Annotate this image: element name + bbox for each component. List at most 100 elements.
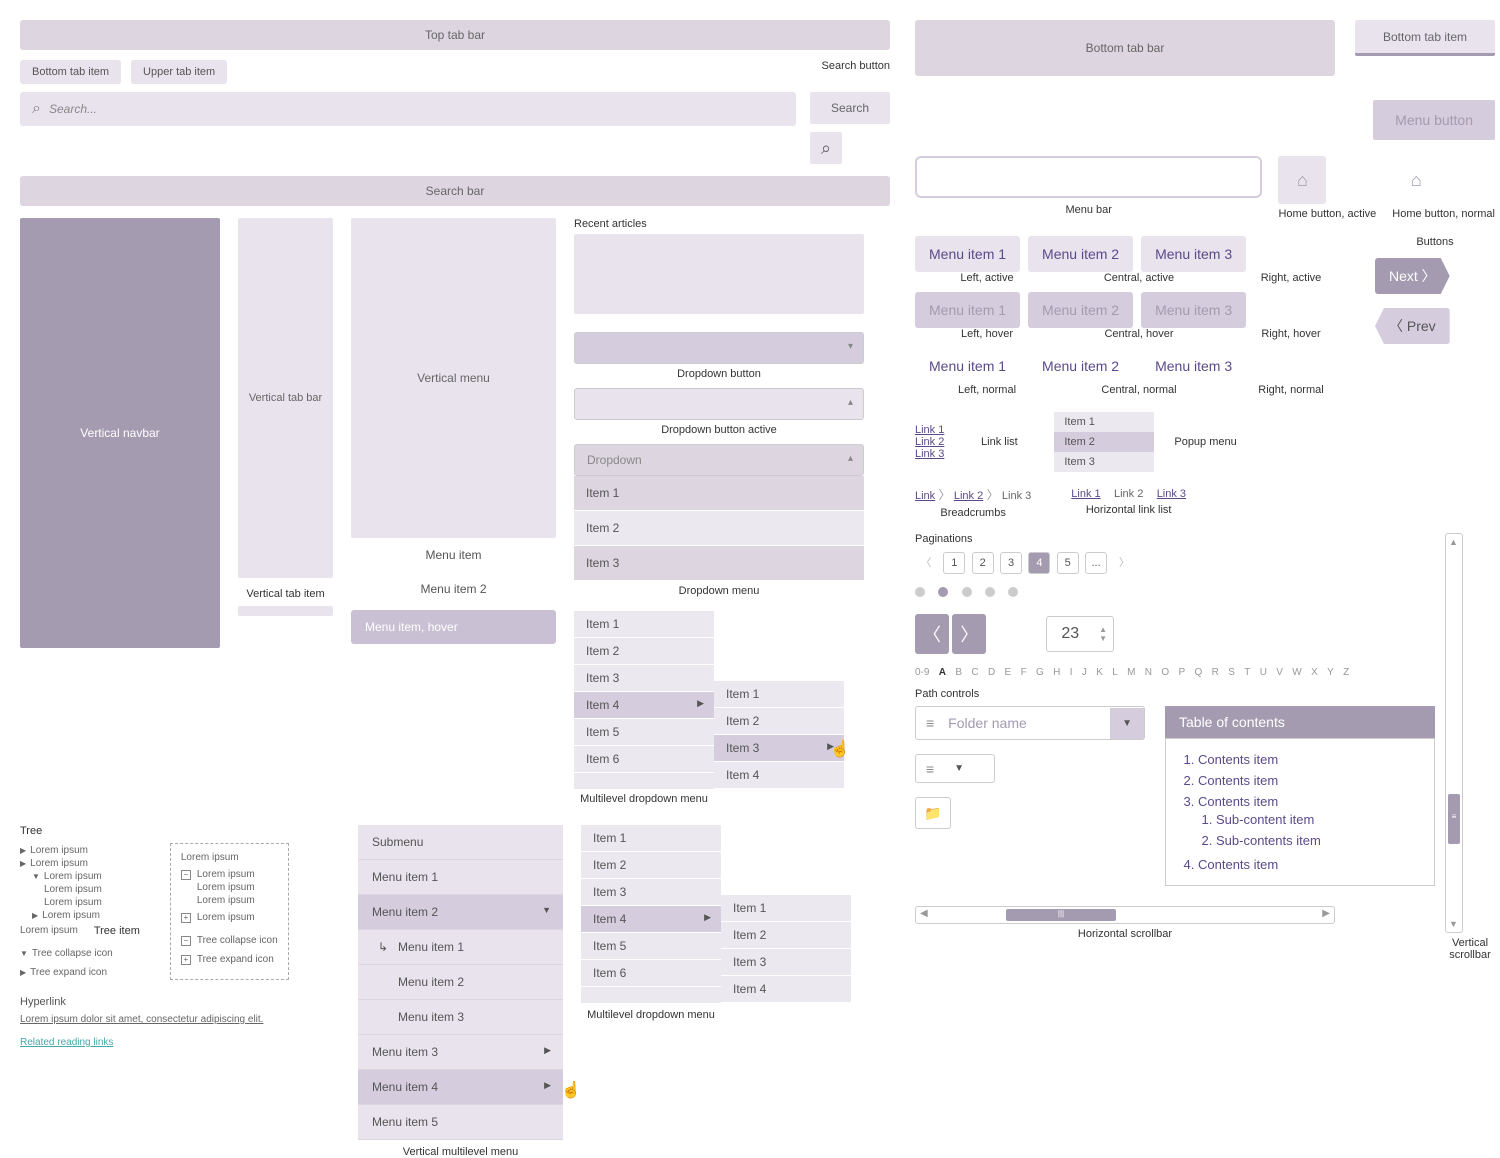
tree-plus-icon[interactable]: + (181, 913, 191, 923)
alpha-i[interactable]: I (1070, 667, 1073, 678)
menu-item-right-hover[interactable]: Menu item 3 (1141, 292, 1246, 328)
dropdown-item-3[interactable]: Item 3 (574, 546, 864, 581)
dropdown-button[interactable]: ▾ (574, 332, 864, 364)
tree-item[interactable]: +Lorem ipsum (181, 912, 278, 923)
alpha-s[interactable]: S (1228, 667, 1235, 678)
alpha-k[interactable]: K (1096, 667, 1103, 678)
popup-item-1[interactable]: Item 1 (1054, 412, 1154, 432)
mldd1-item-5[interactable]: Item 5 (574, 719, 714, 746)
mldd2-i3[interactable]: Item 3 (581, 879, 721, 906)
mldd2-i4[interactable]: Item 4▶ (581, 906, 721, 933)
menu-item-hover[interactable]: Menu item, hover (351, 610, 556, 644)
dropdown-item-2[interactable]: Item 2 (574, 511, 864, 546)
alpha-b[interactable]: B (955, 667, 962, 678)
pg-5[interactable]: 5 (1057, 552, 1079, 574)
dot-1[interactable] (915, 587, 925, 597)
tree-item[interactable]: −Lorem ipsum (181, 869, 278, 880)
vertical-tab-bar[interactable]: Vertical tab bar (238, 218, 333, 578)
scroll-left-icon[interactable]: ◀ (920, 908, 928, 919)
mldd1-sub-4[interactable]: Item 4 (714, 762, 844, 789)
path-control-1[interactable]: ≡ Folder name ▼ (915, 706, 1145, 740)
scrollbar-thumb[interactable]: ||| (1006, 909, 1116, 921)
menu-item-left-active[interactable]: Menu item 1 (915, 236, 1020, 272)
alpha-p[interactable]: P (1179, 667, 1186, 678)
alpha-g[interactable]: G (1036, 667, 1044, 678)
menu-item-central-normal[interactable]: Menu item 2 (1028, 348, 1133, 384)
menu-item-1[interactable]: Menu item (351, 538, 556, 572)
path-control-2[interactable]: ≡ ▼ (915, 754, 995, 783)
pg-1[interactable]: 1 (943, 552, 965, 574)
menu-item-central-active[interactable]: Menu item 2 (1028, 236, 1133, 272)
mldd2-s3[interactable]: Item 3 (721, 949, 851, 976)
horizontal-scrollbar[interactable]: ◀ ||| ▶ (915, 906, 1335, 924)
alpha-v[interactable]: V (1276, 667, 1283, 678)
scroll-up-icon[interactable]: ▲ (1449, 537, 1458, 547)
mldd2-s4[interactable]: Item 4 (721, 976, 851, 1003)
alpha-q[interactable]: Q (1195, 667, 1203, 678)
menu-button[interactable]: Menu button (1373, 100, 1495, 140)
vml-item-4[interactable]: Menu item 4▶☝ (358, 1070, 563, 1105)
toc-item-3[interactable]: Contents item Sub-content item Sub-conte… (1198, 791, 1420, 854)
alpha-e[interactable]: E (1005, 667, 1012, 678)
vml-sub-1[interactable]: ↳Menu item 1 (358, 930, 563, 965)
link-1[interactable]: Link 1 (915, 424, 944, 436)
mldd1-item-2[interactable]: Item 2 (574, 638, 714, 665)
vml-item-2[interactable]: Menu item 2▼ (358, 895, 563, 930)
link-3[interactable]: Link 3 (915, 448, 944, 460)
vml-sub-2[interactable]: Menu item 2 (358, 965, 563, 1000)
prev-button[interactable]: 〈 Prev (1375, 308, 1450, 344)
alpha-z[interactable]: Z (1343, 667, 1349, 678)
bottom-tab-bar[interactable]: Bottom tab bar (915, 20, 1335, 76)
toc-sub-2[interactable]: Sub-contents item (1216, 830, 1420, 851)
mldd2-i2[interactable]: Item 2 (581, 852, 721, 879)
scroll-right-icon[interactable]: ▶ (1322, 908, 1330, 919)
alpha-n[interactable]: N (1145, 667, 1152, 678)
toc-item-4[interactable]: Contents item (1198, 854, 1420, 875)
mldd1-item-1[interactable]: Item 1 (574, 611, 714, 638)
vertical-menu[interactable]: Vertical menu (351, 218, 556, 538)
stepper-down-icon[interactable]: ▼ (1099, 634, 1107, 643)
related-reading-link[interactable]: Related reading links (20, 1037, 340, 1048)
upper-tab-item[interactable]: Upper tab item (131, 60, 227, 84)
vml-item-5[interactable]: Menu item 5 (358, 1105, 563, 1140)
home-button-active[interactable]: ⌂ (1278, 156, 1326, 204)
menu-item-right-active[interactable]: Menu item 3 (1141, 236, 1246, 272)
toc-sub-1[interactable]: Sub-content item (1216, 809, 1420, 830)
vml-sub-3[interactable]: Menu item 3 (358, 1000, 563, 1035)
alpha-t[interactable]: T (1244, 667, 1250, 678)
pg-prev[interactable]: 〈 (915, 551, 937, 573)
alpha-u[interactable]: U (1260, 667, 1267, 678)
mldd2-i6[interactable]: Item 6 (581, 960, 721, 987)
popup-item-2[interactable]: Item 2 (1054, 432, 1154, 452)
vml-item-1[interactable]: Menu item 1 (358, 860, 563, 895)
h-link-1[interactable]: Link 1 (1071, 488, 1100, 500)
mldd1-sub-1[interactable]: Item 1 (714, 681, 844, 708)
top-tab-bar[interactable]: Top tab bar (20, 20, 890, 50)
stepper-up-icon[interactable]: ▲ (1099, 625, 1107, 634)
alpha-w[interactable]: W (1292, 667, 1301, 678)
dot-4[interactable] (985, 587, 995, 597)
search-button[interactable]: Search (810, 92, 890, 124)
alpha-c[interactable]: C (971, 667, 978, 678)
vertical-scrollbar[interactable]: ▲ ≡ ▼ (1445, 533, 1463, 933)
alpha-m[interactable]: M (1127, 667, 1135, 678)
alpha-x[interactable]: X (1311, 667, 1318, 678)
bc-link[interactable]: Link (915, 490, 935, 502)
alpha-l[interactable]: L (1112, 667, 1118, 678)
big-prev[interactable]: 〈 (915, 614, 949, 654)
vertical-tab-item[interactable] (238, 606, 333, 616)
menu-item-left-normal[interactable]: Menu item 1 (915, 348, 1020, 384)
h-link-3[interactable]: Link 3 (1157, 488, 1186, 500)
mldd1-item-4[interactable]: Item 4▶ (574, 692, 714, 719)
alpha-o[interactable]: O (1161, 667, 1169, 678)
bottom-tab-item[interactable]: Bottom tab item (20, 60, 121, 84)
alpha-j[interactable]: J (1082, 667, 1087, 678)
stepper[interactable]: 23 ▲ ▼ (1046, 616, 1114, 652)
menu-item-central-hover[interactable]: Menu item 2 (1028, 292, 1133, 328)
mldd2-i1[interactable]: Item 1 (581, 825, 721, 852)
menu-bar[interactable] (915, 156, 1262, 198)
search-bar[interactable]: Search bar (20, 176, 890, 206)
menu-item-left-hover[interactable]: Menu item 1 (915, 292, 1020, 328)
link-2[interactable]: Link 2 (915, 436, 944, 448)
vml-item-3[interactable]: Menu item 3▶ (358, 1035, 563, 1070)
